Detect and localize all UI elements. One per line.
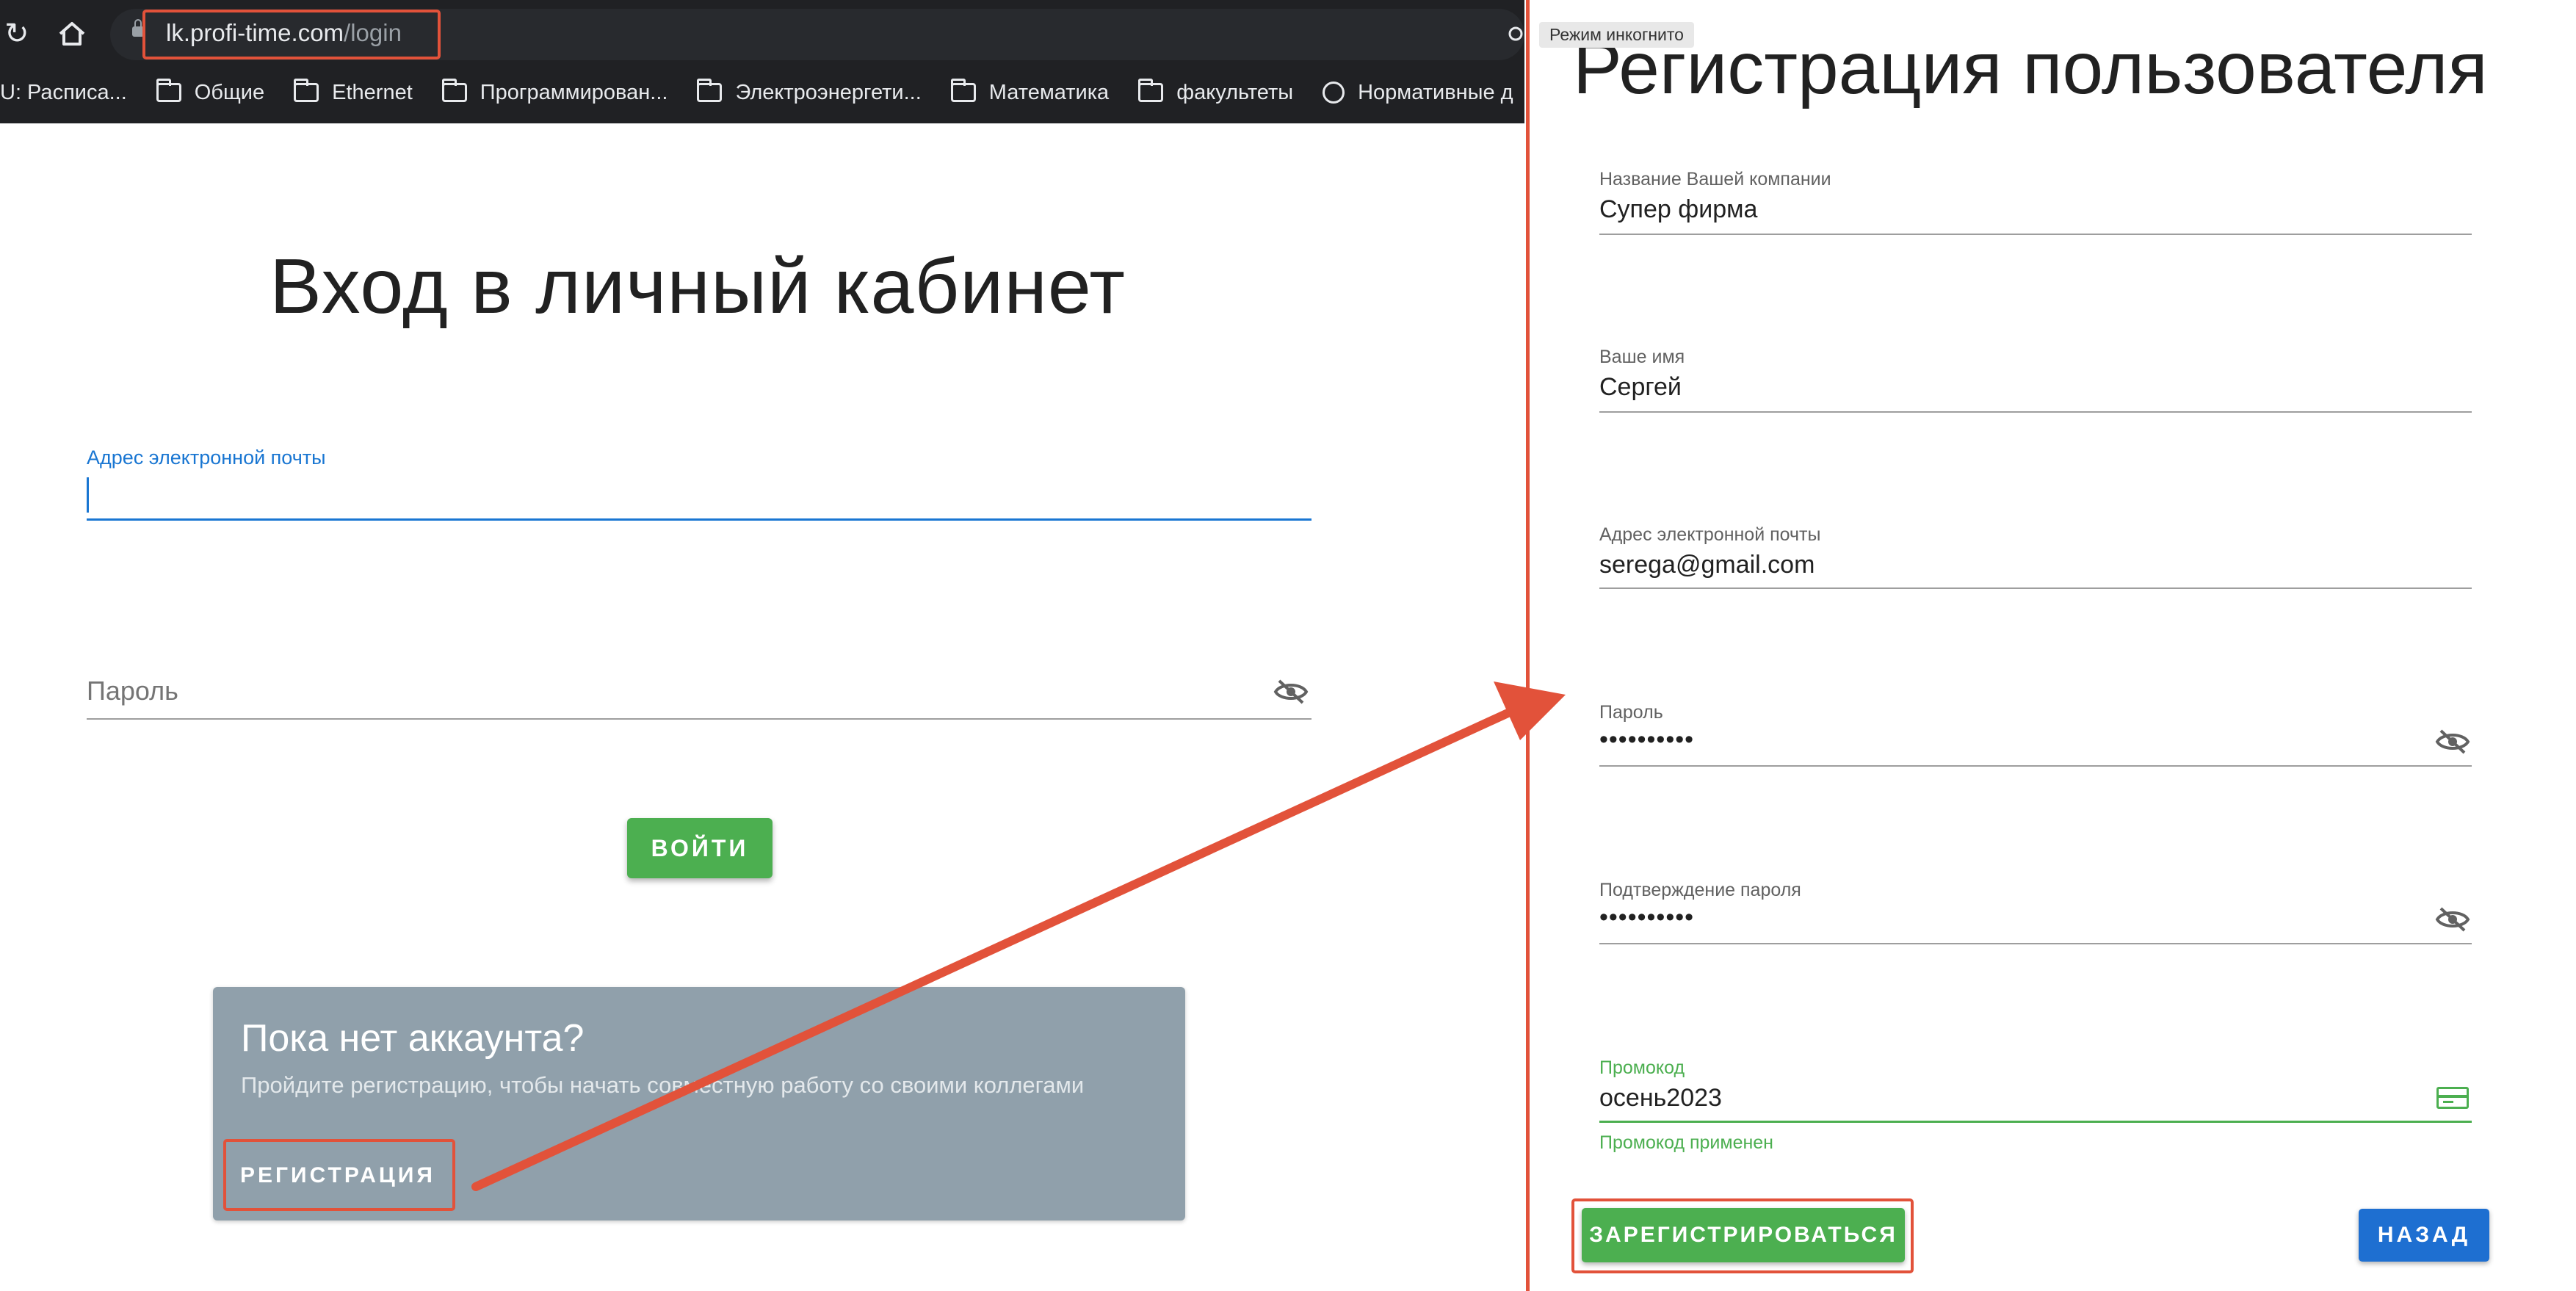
home-icon[interactable] [57, 21, 87, 47]
password-confirm-field[interactable]: •••••••••• [1599, 903, 1694, 932]
email-field[interactable] [87, 518, 1311, 521]
name-field[interactable]: Сергей [1599, 373, 1682, 402]
bookmark-item[interactable]: факультеты [1138, 79, 1294, 105]
folder-icon [441, 79, 467, 102]
folder-icon [156, 79, 181, 102]
bookmark-label: Программирован... [480, 80, 668, 104]
bookmark-label: Общие [194, 80, 265, 104]
bookmark-item[interactable]: Математика [950, 79, 1110, 105]
folder-icon [1138, 79, 1164, 102]
promo-title: Пока нет аккаунта? [241, 1017, 585, 1060]
company-label: Название Вашей компании [1599, 169, 1831, 189]
promo-code-label: Промокод [1599, 1057, 1685, 1078]
bookmark-label: U: Расписа... [0, 80, 127, 104]
bookmark-label: Нормативные д [1358, 80, 1513, 104]
company-field[interactable]: Супер фирма [1599, 195, 1757, 224]
promo-code-underline [1599, 1121, 2472, 1123]
promo-subtitle: Пройдите регистрацию, чтобы начать совме… [241, 1072, 1085, 1098]
page-title: Вход в личный кабинет [269, 243, 1126, 330]
reload-icon[interactable]: ↻ [4, 19, 29, 48]
company-underline [1599, 234, 2472, 235]
url-highlight-frame [142, 10, 441, 59]
bookmark-label: факультеты [1176, 80, 1294, 104]
reg-email-label: Адрес электронной почты [1599, 524, 1821, 545]
visibility-off-icon[interactable] [2435, 906, 2470, 933]
folder-icon [697, 79, 723, 102]
name-underline [1599, 411, 2472, 413]
registration-title: Регистрация пользователя [1573, 27, 2488, 109]
bookmark-item[interactable]: Общие [156, 79, 265, 105]
bookmark-item[interactable]: Ethernet [294, 79, 413, 105]
bookmark-item[interactable]: Программирован... [441, 79, 668, 105]
bookmark-label: Математика [988, 80, 1110, 104]
promo-code-field[interactable]: осень2023 [1599, 1084, 1722, 1113]
bookmark-item[interactable]: Электроэнергети... [697, 79, 922, 105]
reg-email-underline [1599, 587, 2472, 589]
visibility-off-icon[interactable] [1273, 679, 1309, 705]
password-field[interactable]: Пароль [87, 676, 178, 706]
reg-email-field[interactable]: serega@gmail.com [1599, 551, 1815, 579]
reg-password-field[interactable]: •••••••••• [1599, 726, 1694, 754]
bookmark-item[interactable]: U: Расписа... [0, 81, 127, 105]
promo-code-helper: Промокод применен [1599, 1132, 1773, 1153]
reg-password-underline [1599, 765, 2472, 767]
email-label: Адрес электронной почты [87, 446, 326, 469]
extension-icon[interactable] [1508, 23, 1524, 44]
incognito-badge: Режим инкогнито [1539, 22, 1694, 48]
submit-highlight-frame [1571, 1198, 1914, 1273]
bookmark-item[interactable]: Нормативные д [1323, 81, 1513, 105]
folder-icon [950, 79, 976, 102]
globe-icon [1323, 82, 1345, 104]
register-highlight-frame [223, 1139, 455, 1211]
bookmark-label: Электроэнергети... [735, 80, 922, 104]
folder-icon [294, 79, 319, 102]
login-button[interactable]: ВОЙТИ [627, 818, 773, 878]
reg-password-label: Пароль [1599, 702, 1663, 723]
bookmark-label: Ethernet [332, 80, 413, 104]
screenshot-divider [1526, 0, 1530, 1291]
password-underline [87, 718, 1311, 720]
email-caret [87, 477, 89, 513]
bookmarks-bar: U: Расписа... Общие Ethernet Программирован… [0, 70, 1524, 115]
name-label: Ваше имя [1599, 347, 1685, 367]
credit-card-icon [2436, 1087, 2469, 1109]
back-button[interactable]: НАЗАД [2359, 1209, 2489, 1262]
visibility-off-icon[interactable] [2435, 728, 2470, 755]
password-confirm-underline [1599, 943, 2472, 944]
password-confirm-label: Подтверждение пароля [1599, 880, 1801, 900]
